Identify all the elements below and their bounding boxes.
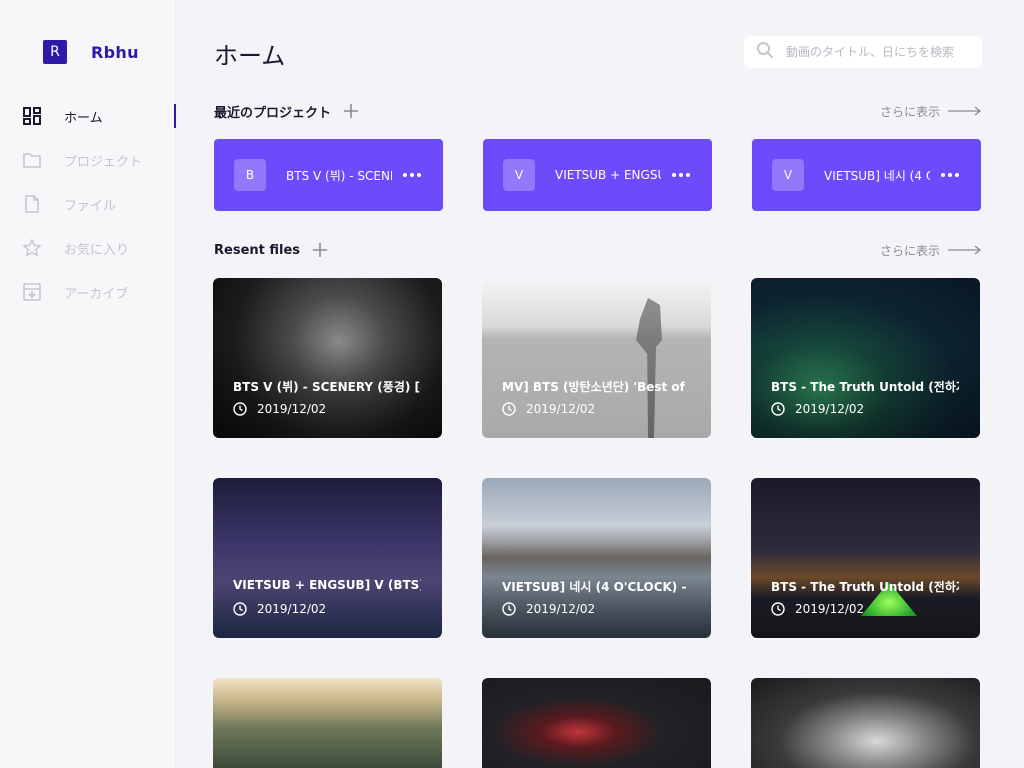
project-card[interactable]: B BTS V (뷔) - SCENERY (풍경) <box>214 139 443 211</box>
files-section-header: Resent files さらに表示 <box>214 238 982 262</box>
plus-icon <box>344 104 359 118</box>
projects-section-title: 最近のプロジェクト <box>214 105 332 121</box>
file-date-text: 2019/12/02 <box>257 602 327 616</box>
project-avatar: V <box>503 159 535 191</box>
file-icon <box>22 194 42 214</box>
thumbnail-wolf <box>751 678 980 768</box>
file-date-text: 2019/12/02 <box>526 402 596 416</box>
search-input[interactable] <box>784 44 970 60</box>
project-card[interactable]: V VIETSUB] 네시 (4 O'CLOCK) - RM <box>752 139 981 211</box>
archive-icon <box>22 282 42 302</box>
more-options-icon[interactable] <box>402 165 422 185</box>
file-date-text: 2019/12/02 <box>795 602 865 616</box>
folder-icon <box>22 150 42 170</box>
file-date: 2019/12/02 <box>502 602 595 616</box>
project-avatar: V <box>772 159 804 191</box>
project-name: VIETSUB + ENGSUB] V (BTS) <box>555 168 661 182</box>
file-date: 2019/12/02 <box>771 402 864 416</box>
file-date: 2019/12/02 <box>233 602 326 616</box>
app-name: Rbhu <box>91 42 139 62</box>
arrow-right-icon <box>948 106 982 116</box>
file-date-text: 2019/12/02 <box>795 402 865 416</box>
sidebar: R Rbhu ホーム プロジェクト ファイル お気に入り アーカイブ <box>0 0 176 768</box>
file-date: 2019/12/02 <box>771 602 864 616</box>
clock-icon <box>502 402 516 416</box>
clock-icon <box>233 402 247 416</box>
file-card[interactable]: MV] BTS (방탄소년단) 'Best of Me' 2019/12/02 <box>482 278 711 438</box>
file-title: VIETSUB + ENGSUB] V (BTS) - Scenery <box>233 578 421 592</box>
more-options-icon[interactable] <box>940 165 960 185</box>
file-title: BTS - The Truth Untold (전하지 못한 진심) <box>771 580 959 594</box>
file-title: MV] BTS (방탄소년단) 'Best of Me' <box>502 380 690 394</box>
sidebar-item-label: ホーム <box>64 110 103 126</box>
file-card[interactable]: BTS - The Truth Untold (전하지 못한 진심) 2019/… <box>751 278 980 438</box>
see-more-label: さらに表示 <box>879 243 940 258</box>
sidebar-item-projects[interactable]: プロジェクト <box>0 138 176 182</box>
clock-icon <box>233 602 247 616</box>
sidebar-nav: ホーム プロジェクト ファイル お気に入り アーカイブ <box>0 94 176 314</box>
clock-icon <box>502 602 516 616</box>
project-name: VIETSUB] 네시 (4 O'CLOCK) - RM <box>824 168 930 183</box>
see-more-label: さらに表示 <box>879 104 940 119</box>
more-options-icon[interactable] <box>671 165 691 185</box>
projects-see-more-link[interactable]: さらに表示 <box>880 103 982 120</box>
add-project-button[interactable] <box>343 103 359 119</box>
add-file-button[interactable] <box>312 242 328 258</box>
file-card[interactable]: VIETSUB] 네시 (4 O'CLOCK) - RM & V 2019/12… <box>482 478 711 638</box>
sidebar-item-label: お気に入り <box>64 242 130 258</box>
star-icon <box>22 238 42 258</box>
clock-icon <box>771 402 785 416</box>
sidebar-item-favorites[interactable]: お気に入り <box>0 226 176 270</box>
sidebar-item-home[interactable]: ホーム <box>0 94 176 138</box>
file-title: BTS - The Truth Untold (전하지 못한 진심) <box>771 380 959 394</box>
file-card[interactable]: BTS V (뷔) - SCENERY (풍경) [8D AUDIO] 2019… <box>213 278 442 438</box>
file-card[interactable]: VIETSUB + ENGSUB] V (BTS) - Scenery 2019… <box>213 478 442 638</box>
project-card[interactable]: V VIETSUB + ENGSUB] V (BTS) <box>483 139 712 211</box>
project-avatar: B <box>234 159 266 191</box>
plus-icon <box>313 243 328 257</box>
sidebar-item-label: プロジェクト <box>64 154 143 170</box>
file-card[interactable]: BTS - The Truth Untold (전하지 못한 진심) 2019/… <box>751 478 980 638</box>
sidebar-item-label: アーカイブ <box>64 286 129 302</box>
projects-section-header: 最近のプロジェクト さらに表示 <box>214 99 982 123</box>
file-date-text: 2019/12/02 <box>257 402 327 416</box>
file-card[interactable] <box>751 678 980 768</box>
arrow-right-icon <box>948 245 982 255</box>
page-title: ホーム <box>214 42 286 70</box>
dashboard-icon <box>22 106 42 126</box>
sidebar-item-archive[interactable]: アーカイブ <box>0 270 176 314</box>
clock-icon <box>771 602 785 616</box>
thumbnail-traffic-light <box>482 678 711 768</box>
file-date: 2019/12/02 <box>502 402 595 416</box>
brand[interactable]: R Rbhu <box>43 40 139 64</box>
app-logo: R <box>43 40 67 64</box>
files-section-title: Resent files <box>214 242 301 258</box>
files-see-more-link[interactable]: さらに表示 <box>880 242 982 259</box>
file-date: 2019/12/02 <box>233 402 326 416</box>
file-date-text: 2019/12/02 <box>526 602 596 616</box>
file-card[interactable] <box>482 678 711 768</box>
file-title: VIETSUB] 네시 (4 O'CLOCK) - RM & V <box>502 580 690 594</box>
sidebar-item-files[interactable]: ファイル <box>0 182 176 226</box>
search-icon <box>756 41 774 63</box>
search-box[interactable] <box>744 36 982 68</box>
file-card[interactable] <box>213 678 442 768</box>
thumbnail-lake-forest <box>213 678 442 768</box>
project-name: BTS V (뷔) - SCENERY (풍경) <box>286 168 392 183</box>
file-title: BTS V (뷔) - SCENERY (풍경) [8D AUDIO] <box>233 380 421 394</box>
sidebar-item-label: ファイル <box>64 198 117 214</box>
